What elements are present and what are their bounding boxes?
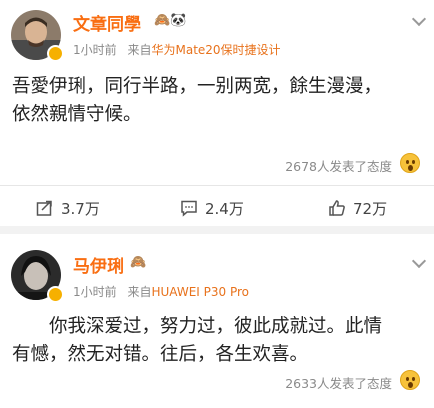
author-name[interactable]: 文章同學 xyxy=(73,10,141,35)
post-source[interactable]: 华为Mate20保时捷设计 xyxy=(151,43,280,57)
like-count: 72万 xyxy=(353,199,388,218)
wow-emoji-icon[interactable] xyxy=(400,370,420,390)
post-meta: 1小时前 来自HUAWEI P30 Pro xyxy=(73,283,249,300)
post-text-line-1: 你我深爱过，努力过，彼此成就过。此情 xyxy=(49,316,383,337)
verified-badge-icon xyxy=(47,45,64,62)
reaction-summary[interactable]: 2678人发表了态度 xyxy=(285,156,392,175)
share-count: 3.7万 xyxy=(61,199,100,218)
source-prefix: 来自 xyxy=(127,285,152,299)
author-emoji: 🙈 xyxy=(130,255,147,270)
chevron-down-icon[interactable] xyxy=(411,11,427,27)
author-emoji: 🙈🐼 xyxy=(154,13,187,28)
like-button[interactable]: 72万 xyxy=(328,196,387,220)
reaction-summary[interactable]: 2633人发表了态度 xyxy=(285,373,392,392)
comment-button[interactable]: 2.4万 xyxy=(180,196,244,220)
wow-emoji-icon[interactable] xyxy=(400,153,420,173)
post-text-line-2: 依然親情守候。 xyxy=(12,104,142,125)
post-meta: 1小时前 来自华为Mate20保时捷设计 xyxy=(73,41,281,58)
comment-icon xyxy=(181,200,197,217)
share-icon xyxy=(36,200,52,216)
post-card-2: 马伊琍 🙈 1小时前 来自HUAWEI P30 Pro 你我深爱过，努力过，彼此… xyxy=(0,234,434,408)
post-card-1: 文章同學 🙈🐼 1小时前 来自华为Mate20保时捷设计 吾愛伊琍，同行半路，一… xyxy=(0,0,434,226)
divider xyxy=(0,185,434,186)
post-text-line-1: 吾愛伊琍，同行半路，一别两宽，餘生漫漫， xyxy=(12,76,383,97)
post-time: 1小时前 xyxy=(73,285,117,299)
author-name[interactable]: 马伊琍 xyxy=(73,252,124,277)
like-icon xyxy=(329,200,345,216)
comment-count: 2.4万 xyxy=(205,199,244,218)
post-time: 1小时前 xyxy=(73,43,117,57)
post-text-line-2: 有憾，然无对错。往后，各生欢喜。 xyxy=(12,344,309,365)
post-source[interactable]: HUAWEI P30 Pro xyxy=(151,285,249,299)
chevron-down-icon[interactable] xyxy=(411,253,427,269)
share-button[interactable]: 3.7万 xyxy=(36,196,100,220)
source-prefix: 来自 xyxy=(127,43,152,57)
verified-badge-icon xyxy=(47,286,64,303)
